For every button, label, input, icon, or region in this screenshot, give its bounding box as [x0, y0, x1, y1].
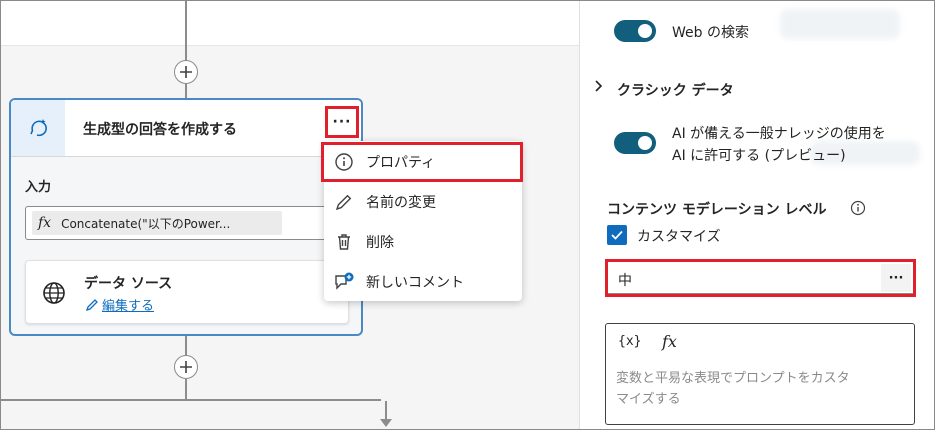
menu-item-label: 新しいコメント	[366, 275, 464, 291]
add-node-button-bottom[interactable]	[174, 355, 198, 379]
web-search-toggle[interactable]	[614, 20, 656, 42]
placeholder-line2: マイズする	[616, 392, 681, 407]
general-knowledge-label: AI が備える一般ナレッジの使用を AI に許可する (プレビュー)	[672, 123, 886, 167]
more-icon: ···	[332, 114, 352, 130]
properties-panel: Web の検索 クラシック データ AI が備える一般ナレッジの使用を AI に…	[579, 1, 934, 429]
moderation-level-field[interactable]: 中 ···	[605, 259, 916, 297]
node-icon-box	[11, 100, 65, 156]
connector-line	[185, 1, 187, 61]
fx-icon: fx	[38, 215, 52, 231]
edit-link-text: 編集する	[102, 299, 155, 314]
arrow-down-icon	[380, 419, 392, 427]
pencil-icon	[332, 190, 356, 214]
flow-canvas[interactable]: 生成型の回答を作成する ··· 入力 fx Concatenate("以下のPo…	[1, 1, 579, 429]
plus-icon	[180, 66, 192, 78]
trash-icon	[332, 230, 356, 254]
level-more-button[interactable]: ···	[881, 264, 911, 292]
app-window: 生成型の回答を作成する ··· 入力 fx Concatenate("以下のPo…	[0, 0, 935, 430]
connector-line	[185, 84, 187, 98]
more-icon: ···	[888, 270, 904, 286]
formula-chip[interactable]: fx Concatenate("以下のPower...	[32, 211, 282, 235]
globe-icon	[43, 282, 65, 304]
generative-chat-icon	[30, 119, 47, 137]
connector-line	[185, 379, 187, 399]
placeholder-line1: 変数と平易な表現でプロンプトをカスタ	[616, 371, 850, 386]
menu-item-label: プロパティ	[366, 155, 436, 171]
input-formula-field[interactable]: fx Concatenate("以下のPower...	[25, 206, 345, 240]
insert-formula-button[interactable]: fx	[662, 332, 677, 351]
info-icon[interactable]	[850, 200, 866, 216]
menu-item-delete[interactable]: 削除	[324, 223, 522, 261]
node-title: 生成型の回答を作成する	[83, 122, 237, 138]
datasource-card[interactable]: データ ソース 編集する	[25, 260, 349, 324]
info-icon	[332, 150, 356, 174]
comment-add-icon	[332, 270, 356, 294]
insert-variable-button[interactable]: {x}	[618, 334, 641, 349]
pencil-icon	[85, 298, 98, 311]
blurred-area	[780, 9, 900, 39]
menu-item-rename[interactable]: 名前の変更	[324, 183, 522, 221]
node-more-button[interactable]: ···	[325, 106, 359, 138]
menu-item-properties[interactable]: プロパティ	[324, 143, 522, 181]
node-context-menu: プロパティ 名前の変更 削除 新しいコメント	[324, 141, 522, 301]
formula-text: Concatenate("以下のPower...	[61, 216, 231, 231]
branch-line	[1, 399, 381, 401]
prompt-editor[interactable]: {x} fx 変数と平易な表現でプロンプトをカスタ マイズする	[605, 323, 915, 425]
prompt-placeholder: 変数と平易な表現でプロンプトをカスタ マイズする	[616, 368, 906, 410]
menu-item-new-comment[interactable]: 新しいコメント	[324, 263, 522, 301]
moderation-level-value: 中	[618, 273, 632, 289]
connector-line	[385, 401, 387, 421]
classic-data-section[interactable]: クラシック データ	[617, 80, 734, 100]
menu-item-label: 削除	[366, 235, 394, 251]
web-search-label: Web の検索	[672, 25, 749, 41]
general-knowledge-line2: AI に許可する (プレビュー)	[672, 148, 846, 164]
previous-node-area	[1, 1, 579, 46]
customize-checkbox[interactable]	[607, 225, 627, 245]
menu-item-label: 名前の変更	[366, 195, 436, 211]
node-header: 生成型の回答を作成する ···	[11, 100, 361, 157]
datasource-edit-link[interactable]: 編集する	[84, 295, 154, 314]
input-section-label: 入力	[25, 180, 52, 195]
field-underline	[608, 293, 913, 294]
checkmark-icon	[611, 230, 623, 240]
chevron-right-icon[interactable]	[594, 79, 604, 97]
connector-line	[185, 336, 187, 356]
plus-icon	[180, 361, 192, 373]
general-knowledge-line1: AI が備える一般ナレッジの使用を	[672, 126, 886, 142]
add-node-button-top[interactable]	[174, 60, 198, 84]
customize-label: カスタマイズ	[637, 229, 721, 245]
moderation-level-label: コンテンツ モデレーション レベル	[607, 202, 827, 218]
datasource-title: データ ソース	[84, 276, 173, 292]
general-knowledge-toggle[interactable]	[614, 132, 656, 154]
generative-answers-node[interactable]: 生成型の回答を作成する ··· 入力 fx Concatenate("以下のPo…	[9, 98, 363, 336]
